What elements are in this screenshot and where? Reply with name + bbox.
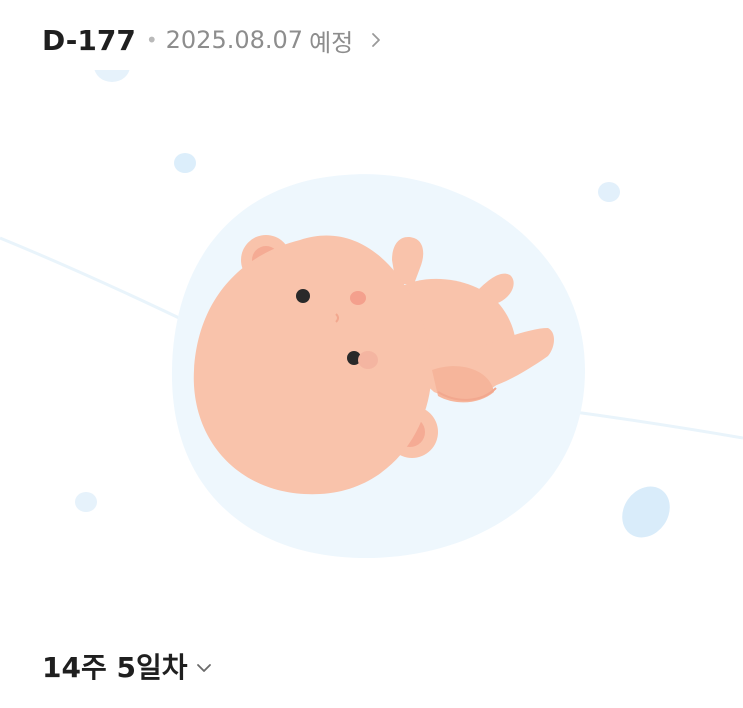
due-date-header[interactable]: D-177 • 2025.08.07 예정	[42, 18, 385, 62]
bubble-dot	[75, 492, 97, 512]
week-selector[interactable]: 14주 5일차	[42, 644, 213, 688]
bubble-dot	[94, 70, 130, 82]
chevron-down-icon	[197, 664, 212, 672]
due-label: 예정	[309, 28, 354, 57]
bubble-dot	[598, 182, 620, 202]
bubble-dot	[622, 486, 670, 538]
chevron-right-icon	[372, 33, 381, 47]
due-date: 2025.08.07	[165, 26, 304, 54]
background-line-right	[559, 408, 743, 440]
separator-dot: •	[145, 28, 158, 52]
week-label: 14주 5일차	[42, 651, 188, 684]
bubble-dot	[174, 153, 196, 173]
background-line-left	[0, 236, 201, 330]
dday-count: D-177	[42, 23, 136, 57]
baby-illustration	[0, 70, 743, 559]
